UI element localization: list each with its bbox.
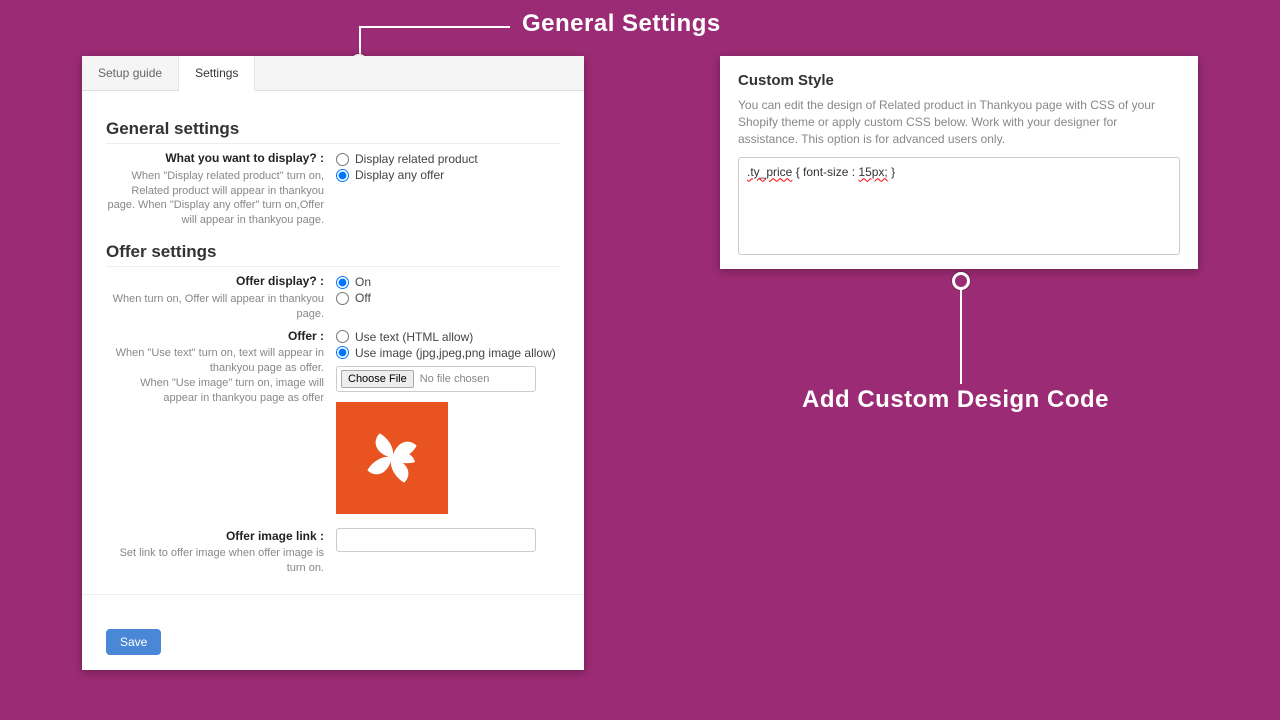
custom-style-title: Custom Style (738, 72, 1180, 89)
radio-input[interactable] (336, 153, 349, 166)
radio-input[interactable] (336, 276, 349, 289)
label-offer: Offer : (106, 328, 324, 345)
custom-style-desc: You can edit the design of Related produ… (738, 97, 1180, 147)
choose-file-button[interactable]: Choose File (341, 370, 414, 388)
radio-input[interactable] (336, 346, 349, 359)
field-what-to-display: What you want to display? : When "Displa… (106, 150, 560, 228)
radio-label: Display related product (355, 152, 478, 166)
custom-css-textarea[interactable]: .ty_price { font-size : 15px; } (738, 157, 1180, 255)
annotation-line (360, 26, 510, 28)
file-placeholder: No file chosen (420, 373, 490, 385)
tabs: Setup guide Settings (82, 56, 584, 91)
settings-panel: Setup guide Settings General settings Wh… (82, 56, 584, 670)
annotation-general-settings: General Settings (522, 10, 721, 38)
offer-image-preview (336, 402, 448, 514)
radio-input[interactable] (336, 292, 349, 305)
field-offer: Offer : When "Use text" turn on, text wi… (106, 328, 560, 514)
radio-offer-off[interactable]: Off (336, 291, 560, 305)
tab-settings[interactable]: Settings (179, 56, 255, 91)
radio-label: Off (355, 291, 371, 305)
radio-label: Display any offer (355, 168, 444, 182)
save-button[interactable]: Save (106, 629, 161, 655)
offer-image-link-input[interactable] (336, 528, 536, 552)
custom-style-panel: Custom Style You can edit the design of … (720, 56, 1198, 269)
radio-offer-on[interactable]: On (336, 275, 560, 289)
flower-icon (351, 417, 433, 499)
help-offer-image-link: Set link to offer image when offer image… (106, 546, 324, 576)
field-offer-image-link: Offer image link : Set link to offer ima… (106, 528, 560, 576)
help-what-to-display: When "Display related product" turn on, … (106, 169, 324, 228)
offer-settings-heading: Offer settings (106, 242, 560, 267)
radio-use-text[interactable]: Use text (HTML allow) (336, 330, 560, 344)
label-offer-display: Offer display? : (106, 273, 324, 290)
label-offer-image-link: Offer image link : (106, 528, 324, 545)
radio-input[interactable] (336, 169, 349, 182)
help-offer: When "Use text" turn on, text will appea… (106, 346, 324, 405)
radio-label: Use text (HTML allow) (355, 330, 473, 344)
general-settings-heading: General settings (106, 119, 560, 144)
label-what-to-display: What you want to display? : (106, 150, 324, 167)
file-chooser[interactable]: Choose File No file chosen (336, 366, 536, 392)
radio-label: Use image (jpg,jpeg,png image allow) (355, 346, 556, 360)
radio-display-any[interactable]: Display any offer (336, 168, 560, 182)
field-offer-display: Offer display? : When turn on, Offer wil… (106, 273, 560, 321)
radio-input[interactable] (336, 330, 349, 343)
tab-setup-guide[interactable]: Setup guide (82, 56, 179, 90)
radio-use-image[interactable]: Use image (jpg,jpeg,png image allow) (336, 346, 560, 360)
annotation-custom-design-code: Add Custom Design Code (802, 386, 1109, 414)
help-offer-display: When turn on, Offer will appear in thank… (106, 292, 324, 322)
annotation-line (960, 288, 962, 384)
radio-display-related[interactable]: Display related product (336, 152, 560, 166)
radio-label: On (355, 275, 371, 289)
